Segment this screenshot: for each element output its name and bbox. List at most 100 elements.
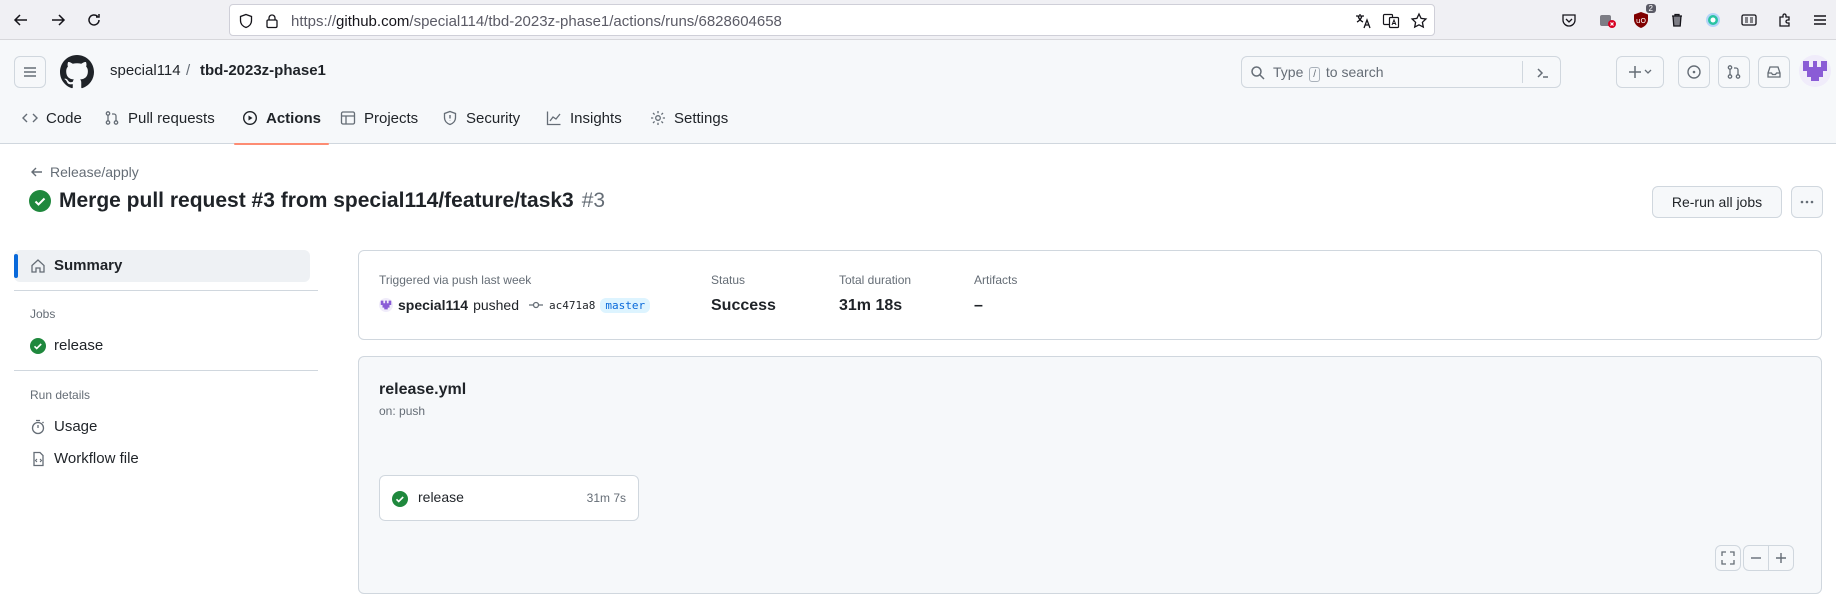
url-host: github.com: [336, 13, 410, 30]
git-pull-request-icon: [105, 111, 119, 125]
stopwatch-icon: [31, 419, 45, 434]
active-tab-underline: [234, 143, 330, 145]
shield-icon[interactable]: [237, 12, 255, 30]
actor-avatar[interactable]: [379, 298, 393, 312]
active-indicator: [14, 254, 18, 278]
app-menu-icon[interactable]: [1809, 9, 1831, 31]
sidebar-item-usage[interactable]: Usage: [30, 418, 97, 435]
create-new-button[interactable]: [1616, 56, 1664, 88]
git-commit-icon: [529, 301, 543, 309]
status-label: Status: [711, 273, 746, 287]
file-code-icon: [33, 451, 44, 466]
browser-toolbar: https://github.com/special114/tbd-2023z-…: [0, 0, 1836, 40]
search-input[interactable]: Type / to search: [1241, 56, 1561, 88]
back-arrow-icon[interactable]: [9, 8, 33, 32]
actor-name[interactable]: special114: [398, 297, 468, 313]
workflow-graph-card: release.yml on: push release 31m 7s: [358, 356, 1822, 594]
tab-code[interactable]: Code: [22, 110, 82, 144]
run-number: #3: [581, 189, 606, 212]
tab-projects[interactable]: Projects: [340, 110, 418, 144]
tab-pull-requests-label: Pull requests: [128, 110, 215, 127]
page-translate-icon[interactable]: [1382, 12, 1400, 30]
search-shortcut-key: /: [1309, 67, 1321, 82]
url-bar[interactable]: https://github.com/special114/tbd-2023z-…: [229, 4, 1435, 36]
bookmark-star-icon[interactable]: [1410, 12, 1428, 30]
sync-extension-icon[interactable]: [1702, 9, 1724, 31]
reload-icon[interactable]: [82, 8, 106, 32]
inbox-button[interactable]: [1758, 56, 1790, 88]
sidebar-summary-label: Summary: [54, 257, 123, 274]
job-node-release[interactable]: release 31m 7s: [379, 475, 639, 521]
sidebar-divider: [14, 370, 318, 371]
command-palette-icon[interactable]: [1535, 65, 1551, 81]
search-icon: [1251, 66, 1265, 80]
sidebar-item-workflow-file[interactable]: Workflow file: [30, 450, 139, 467]
tab-settings-label: Settings: [674, 110, 729, 127]
repo-owner-link[interactable]: special114: [110, 62, 181, 79]
issue-icon: [1687, 65, 1701, 79]
sidebar-item-job-release[interactable]: release: [30, 337, 103, 354]
git-pull-request-icon: [1727, 65, 1741, 79]
hamburger-menu-button[interactable]: [14, 56, 46, 88]
jobs-heading: Jobs: [30, 307, 56, 321]
plus-icon: [1629, 66, 1641, 78]
ublock-badge: 2: [1645, 4, 1656, 13]
url-text[interactable]: https://github.com/special114/tbd-2023z-…: [291, 13, 782, 30]
play-circle-icon: [242, 110, 258, 126]
zoom-out-button[interactable]: [1743, 545, 1769, 571]
commit-sha-link[interactable]: ac471a8: [549, 299, 595, 312]
total-duration-label: Total duration: [839, 273, 912, 287]
tab-actions-label: Actions: [266, 110, 322, 127]
artifacts-value: –: [974, 297, 983, 314]
sidebar-usage-label: Usage: [54, 418, 98, 435]
search-divider: [1522, 61, 1523, 83]
sidebar-job-label: release: [54, 337, 104, 354]
run-details-heading: Run details: [30, 388, 91, 402]
repo-name-link[interactable]: tbd-2023z-phase1: [200, 62, 326, 79]
forward-arrow-icon[interactable]: [46, 8, 70, 32]
more-options-button[interactable]: [1791, 186, 1823, 218]
trigger-label: Triggered via push last week: [379, 273, 532, 287]
github-header: special114 / tbd-2023z-phase1 Type / to …: [0, 40, 1836, 145]
tab-insights-label: Insights: [570, 110, 622, 127]
dash-icon: [1751, 557, 1761, 559]
tab-pull-requests[interactable]: Pull requests: [104, 110, 215, 144]
pocket-icon[interactable]: [1558, 9, 1580, 31]
zoom-in-button[interactable]: [1768, 545, 1794, 571]
rerun-all-jobs-button[interactable]: Re-run all jobs: [1652, 186, 1782, 218]
total-duration-value: 31m 18s: [839, 297, 903, 314]
ublock-origin-icon[interactable]: uO 2: [1630, 4, 1656, 31]
check-circle-fill-icon: [30, 337, 46, 354]
pull-requests-button[interactable]: [1718, 56, 1750, 88]
tab-security[interactable]: Security: [442, 110, 520, 144]
run-summary-card: Triggered via push last week special114 …: [358, 250, 1822, 340]
back-to-workflow-link[interactable]: Release/apply: [30, 164, 139, 180]
issues-button[interactable]: [1678, 56, 1710, 88]
home-icon: [31, 258, 45, 273]
inbox-icon: [1767, 66, 1781, 78]
branch-badge[interactable]: master: [600, 297, 651, 313]
screen-full-icon: [1721, 551, 1735, 565]
code-icon: [22, 113, 38, 123]
fullscreen-button[interactable]: [1715, 545, 1741, 571]
tab-projects-label: Projects: [364, 110, 419, 127]
translate-icon[interactable]: [1354, 12, 1372, 30]
plus-icon: [1776, 553, 1786, 563]
trash-icon[interactable]: [1666, 9, 1688, 31]
extension-blocker-icon[interactable]: [1596, 9, 1618, 31]
user-avatar[interactable]: [1799, 55, 1831, 87]
workflow-file-name: release.yml: [379, 381, 467, 398]
tab-insights[interactable]: Insights: [546, 110, 622, 144]
sidebar-item-summary[interactable]: Summary: [14, 250, 310, 282]
extensions-puzzle-icon[interactable]: [1774, 9, 1796, 31]
lock-icon[interactable]: [263, 12, 281, 30]
back-link-label: Release/apply: [50, 164, 139, 180]
breadcrumb-separator: /: [186, 62, 191, 79]
reader-view-icon[interactable]: [1738, 9, 1760, 31]
sidebar-divider: [14, 290, 318, 291]
svg-text:uO: uO: [1636, 17, 1646, 25]
tab-settings[interactable]: Settings: [650, 110, 728, 144]
tab-actions[interactable]: Actions: [234, 110, 330, 145]
page-title: Merge pull request #3 from special114/fe…: [29, 189, 605, 213]
github-logo-icon[interactable]: [60, 55, 94, 89]
